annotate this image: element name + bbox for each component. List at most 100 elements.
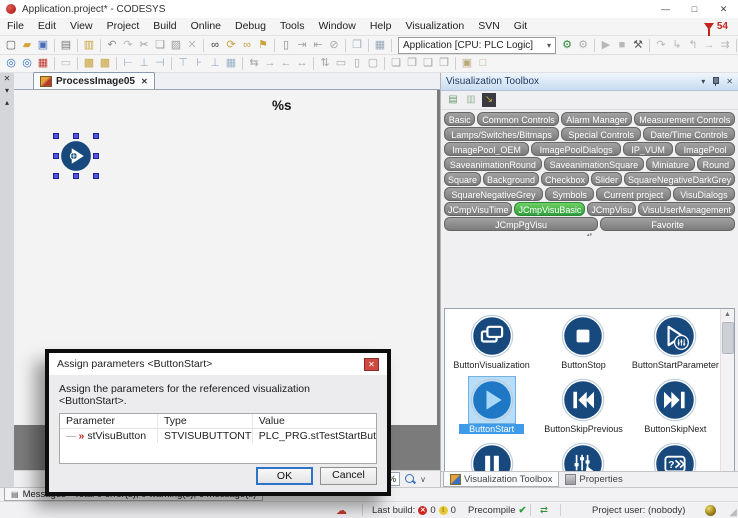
active-application-combo[interactable]: Application [CPU: PLC Logic]▾ xyxy=(398,37,556,54)
zoom-to-selection-icon[interactable]: ◎ xyxy=(3,56,19,71)
user-globe-icon[interactable] xyxy=(705,502,716,518)
minimize-button[interactable]: — xyxy=(651,0,680,18)
menu-debug[interactable]: Debug xyxy=(228,18,273,35)
toolbox-item-buttonskipprevious[interactable]: ButtonSkipPrevious xyxy=(536,377,631,441)
category-background[interactable]: Background xyxy=(483,172,539,186)
menu-build[interactable]: Build xyxy=(146,18,183,35)
type-cell[interactable]: STVISUBUTTONTYPE xyxy=(158,429,253,443)
category-saveanimationround[interactable]: SaveanimationRound xyxy=(444,157,542,171)
undo-icon[interactable]: ↶ xyxy=(104,38,120,53)
category-checkbox[interactable]: Checkbox xyxy=(541,172,589,186)
buttonstart-widget-selected[interactable] xyxy=(54,134,98,178)
menu-help[interactable]: Help xyxy=(363,18,399,35)
print-icon[interactable]: ▤ xyxy=(58,38,74,53)
align-right-icon[interactable]: ⊣ xyxy=(152,56,168,71)
stop-icon[interactable]: ■ xyxy=(614,38,630,53)
category-round[interactable]: Round xyxy=(697,157,735,171)
step-into-icon[interactable]: ↳ xyxy=(669,38,685,53)
resize-handle[interactable] xyxy=(53,173,59,179)
resize-grip[interactable]: ◢ xyxy=(729,507,737,518)
delete-icon[interactable]: ✕ xyxy=(184,38,200,53)
category-symbols[interactable]: Symbols xyxy=(545,187,594,201)
category-common-controls[interactable]: Common Controls xyxy=(477,112,559,126)
logout-icon[interactable]: ⚙ xyxy=(575,38,591,53)
open-file-icon[interactable]: ▰ xyxy=(19,38,35,53)
category-imagepooldialogs[interactable]: ImagePoolDialogs xyxy=(531,142,621,156)
group-icon[interactable]: ▣ xyxy=(459,56,475,71)
calendar-icon[interactable]: ▦ xyxy=(372,38,388,53)
align-bottom-icon[interactable]: ⊥ xyxy=(207,56,223,71)
remove-horizontal-space-icon[interactable]: ↔ xyxy=(294,56,310,71)
category-alarm-manager[interactable]: Alarm Manager xyxy=(561,112,632,126)
visualization-manager-icon[interactable]: ▩ xyxy=(97,56,113,71)
close-button[interactable]: ✕ xyxy=(709,0,738,18)
find-icon[interactable]: ∞ xyxy=(207,38,223,53)
send-to-back-icon[interactable]: ❒ xyxy=(436,56,452,71)
category-current-project[interactable]: Current project xyxy=(596,187,670,201)
category-slider[interactable]: Slider xyxy=(591,172,622,186)
clear-bookmarks-icon[interactable]: ⊘ xyxy=(326,38,342,53)
category-visuusermanagement[interactable]: VisuUserManagement xyxy=(638,202,735,216)
tab-close-icon[interactable]: ✕ xyxy=(141,77,148,86)
category-imagepool-oem[interactable]: ImagePool_OEM xyxy=(444,142,529,156)
login-icon[interactable]: ⚙ xyxy=(559,38,575,53)
copy-icon[interactable]: ❏ xyxy=(152,38,168,53)
tab-properties[interactable]: Properties xyxy=(559,472,628,487)
zoom-chevron-icon[interactable]: ∨ xyxy=(420,475,426,484)
send-backward-icon[interactable]: ❑ xyxy=(420,56,436,71)
category-lamps-switches-bitmaps[interactable]: Lamps/Switches/Bitmaps xyxy=(444,127,559,141)
scrollbar-thumb[interactable] xyxy=(722,322,734,354)
redo-icon[interactable]: ↷ xyxy=(120,38,136,53)
bring-forward-icon[interactable]: ❐ xyxy=(404,56,420,71)
category-squarenegativedarkgrey[interactable]: SquareNegativeDarkGrey xyxy=(624,172,735,186)
table-row[interactable]: —»stVisuButtonSTVISUBUTTONTYPEPLC_PRG.st… xyxy=(60,429,376,443)
menu-file[interactable]: File xyxy=(0,18,31,35)
menu-tools[interactable]: Tools xyxy=(273,18,312,35)
space-evenly-vertical-icon[interactable]: ⇅ xyxy=(317,56,333,71)
category-jcmpvisutime[interactable]: JCmpVisuTime xyxy=(444,202,512,216)
zoom-icon[interactable] xyxy=(404,473,416,485)
toolbox-item-buttonvisualization[interactable]: ButtonVisualization xyxy=(447,313,536,377)
category-saveanimationsquare[interactable]: SaveanimationSquare xyxy=(544,157,644,171)
panel-menu-chevron-icon[interactable]: ▾ xyxy=(701,77,705,86)
category-special-controls[interactable]: Special Controls xyxy=(561,127,641,141)
resize-handle[interactable] xyxy=(73,173,79,179)
message-filter[interactable]: 54 xyxy=(704,21,738,32)
edit-visualization-icon[interactable]: ▥ xyxy=(464,93,478,107)
menu-online[interactable]: Online xyxy=(184,18,228,35)
menu-project[interactable]: Project xyxy=(100,18,147,35)
category-jcmppgvisu[interactable]: JCmpPgVisu xyxy=(444,217,598,231)
category-visudialogs[interactable]: VisuDialogs xyxy=(673,187,735,201)
step-over-icon[interactable]: ↷ xyxy=(653,38,669,53)
strip-chevron-down-icon[interactable]: ▾ xyxy=(1,85,13,97)
resize-handle[interactable] xyxy=(53,153,59,159)
decrease-horizontal-space-icon[interactable]: ← xyxy=(278,56,294,71)
insert-table-icon[interactable]: ▦ xyxy=(223,56,239,71)
next-bookmark-icon[interactable]: ⇥ xyxy=(294,38,310,53)
replace-icon[interactable]: ⚑ xyxy=(255,38,271,53)
toggle-bookmark-icon[interactable]: ▯ xyxy=(278,38,294,53)
category-date-time-controls[interactable]: Date/Time Controls xyxy=(643,127,735,141)
category-imagepool[interactable]: ImagePool xyxy=(675,142,735,156)
new-visualization-icon[interactable]: ▤ xyxy=(446,93,460,107)
category-measurement-controls[interactable]: Measurement Controls xyxy=(634,112,735,126)
tab-processimage05[interactable]: ProcessImage05 ✕ xyxy=(33,72,155,89)
pin-icon[interactable] xyxy=(712,77,719,86)
menu-view[interactable]: View xyxy=(63,18,100,35)
rectangle-tool-icon[interactable]: ▭ xyxy=(58,56,74,71)
menu-svn[interactable]: SVN xyxy=(471,18,507,35)
show-in-editor-icon[interactable]: ↘ xyxy=(482,93,496,107)
breakpoints-icon[interactable]: ⚒ xyxy=(630,38,646,53)
color-palette-icon[interactable]: ▦ xyxy=(35,56,51,71)
menu-window[interactable]: Window xyxy=(311,18,362,35)
visualization-settings-icon[interactable]: ▩ xyxy=(81,56,97,71)
resize-handle[interactable] xyxy=(93,153,99,159)
toolbox-item-buttonstartparameter[interactable]: ButtonStartParameter xyxy=(631,313,720,377)
copy-to-project-icon[interactable]: ▥ xyxy=(81,38,97,53)
start-icon[interactable]: ▶ xyxy=(598,38,614,53)
ungroup-icon[interactable]: □ xyxy=(475,56,491,71)
strip-close-icon[interactable]: ✕ xyxy=(1,73,13,85)
panel-close-icon[interactable]: ✕ xyxy=(726,77,733,86)
cut-icon[interactable]: ✂ xyxy=(136,38,152,53)
increase-horizontal-space-icon[interactable]: → xyxy=(262,56,278,71)
